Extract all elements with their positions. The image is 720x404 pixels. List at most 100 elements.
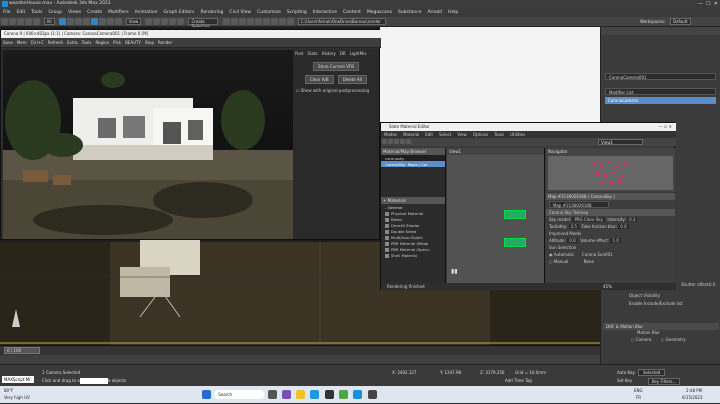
project-path[interactable]: C:\Users\ferrak\OneDrive\Bureau\render [297, 18, 386, 25]
create-selection-set-dropdown[interactable]: Create Selection Se [188, 18, 219, 34]
sme-menu-item[interactable]: Utilities [507, 131, 528, 138]
menu-item[interactable]: Create [84, 9, 105, 16]
sme-menu-item[interactable]: Modes [381, 131, 400, 138]
timeline[interactable]: 0 / 100 [0, 345, 600, 355]
postprocessing-checkbox[interactable]: ☐ Show with original postprocessing [293, 86, 379, 95]
command-panel-tabs[interactable] [601, 27, 720, 35]
sme-window-controls[interactable]: — ☐ ✕ [659, 124, 672, 129]
angle-snap-icon[interactable] [161, 18, 169, 25]
window-crossing-icon[interactable] [82, 18, 90, 25]
chrome-icon[interactable] [338, 390, 348, 399]
turbidity-spinner[interactable]: 2.5 [568, 224, 579, 229]
modifier-list-dropdown[interactable]: Modifier List [605, 88, 716, 95]
vfb-side-tab[interactable]: DR [338, 50, 348, 57]
vfb-tool-button[interactable]: Ctrl+C [31, 40, 44, 45]
menu-item[interactable]: File [0, 9, 14, 16]
set-key-button[interactable]: Set Key [617, 378, 632, 383]
track-bar[interactable] [0, 355, 600, 364]
clock-time[interactable]: 2:48 PM [686, 388, 702, 393]
sme-menu-item[interactable]: View [454, 131, 470, 138]
unlink-icon[interactable] [24, 18, 32, 25]
time-slider[interactable]: 0 / 100 [4, 347, 40, 354]
show-map-icon[interactable] [405, 139, 411, 144]
menu-item[interactable]: Modifiers [105, 9, 132, 16]
vfb-tool-button[interactable]: Pick [113, 40, 121, 45]
manual-radio[interactable]: ○ Manual None [546, 258, 675, 265]
windows-start-icon[interactable] [202, 390, 211, 399]
menu-item[interactable]: Customize [254, 9, 284, 16]
delete-icon[interactable] [393, 139, 399, 144]
menu-item[interactable]: Rendering [197, 9, 226, 16]
auto-key-button[interactable]: Auto Key [617, 370, 635, 375]
lang-indicator[interactable]: ENG [634, 388, 643, 393]
sky-model-dropdown[interactable]: PRG Clear Sky [572, 217, 605, 222]
menu-item[interactable]: Graph Editors [161, 9, 198, 16]
coord-y[interactable]: Y: 1247.98 [440, 370, 461, 375]
node-view[interactable]: View1 ▮▮ [447, 148, 545, 283]
reference-coord-dropdown[interactable]: View [125, 18, 142, 25]
render-icon[interactable] [286, 18, 294, 25]
move-icon[interactable] [90, 18, 98, 25]
schematic-icon[interactable] [254, 18, 262, 25]
render-frame-icon[interactable] [278, 18, 286, 25]
add-time-tag[interactable]: Add Time Tag [505, 378, 532, 383]
edge-icon[interactable] [310, 390, 320, 399]
vfb-side-tab[interactable]: LightMix [348, 50, 369, 57]
3dsmax-taskbar-icon[interactable] [353, 390, 363, 399]
coronasky-node-2[interactable] [504, 238, 526, 247]
rotate-icon[interactable] [98, 18, 106, 25]
selection-filter-dropdown[interactable]: All [43, 18, 55, 25]
undo-icon[interactable] [0, 18, 8, 25]
store-icon[interactable] [324, 390, 334, 399]
volume-effect-spinner[interactable]: 1.0 [610, 238, 621, 243]
render-setup-icon[interactable] [270, 18, 278, 25]
chat-icon[interactable] [281, 390, 291, 399]
camera-radio[interactable]: ○ Camera [631, 337, 651, 342]
object-name-field[interactable]: CoronaCamera001 [605, 73, 716, 80]
vfb-tool-button[interactable]: Save [3, 40, 13, 45]
menu-item[interactable]: Interactive [310, 9, 340, 16]
vfb-tool-button[interactable]: Refresh [48, 40, 63, 45]
task-view-icon[interactable] [267, 390, 277, 399]
move-children-icon[interactable] [399, 139, 405, 144]
vfb-tool-button[interactable]: Render [158, 40, 172, 45]
menu-item[interactable]: Edit [14, 9, 29, 16]
node-view-zoom-icon[interactable]: ▮▮ [451, 268, 458, 275]
vfb-tool-button[interactable]: Mem [17, 40, 27, 45]
view1-tab[interactable]: View1 [447, 148, 544, 155]
sme-menu-item[interactable]: Options [470, 131, 491, 138]
menu-item[interactable]: Scripting [284, 9, 310, 16]
clear-ab-button[interactable]: Clear A/B [305, 75, 334, 84]
geometry-radio[interactable]: ○ Geometry [661, 337, 686, 342]
material-editor-icon[interactable] [262, 18, 270, 25]
mirror-icon[interactable] [222, 18, 230, 25]
view-selector-dropdown[interactable]: View1 [598, 139, 643, 145]
sme-menu-item[interactable]: Material [400, 131, 422, 138]
menu-item[interactable]: Tools [28, 9, 45, 16]
scale-icon[interactable] [106, 18, 114, 25]
delete-all-button[interactable]: Delete All [337, 75, 367, 84]
map-name-field[interactable]: Map #2136026168 [549, 201, 609, 208]
modifier-stack-item[interactable]: CoronaCamera [605, 97, 716, 104]
altitude-spinner[interactable]: 0.0 [567, 238, 578, 243]
menu-item[interactable]: Megascans [364, 9, 395, 16]
menu-item[interactable]: Arnold [424, 9, 445, 16]
menu-item[interactable]: Civil View [226, 9, 254, 16]
menu-item[interactable]: Animation [132, 9, 161, 16]
coronasky-node-1[interactable] [504, 210, 526, 219]
window-controls[interactable]: — ☐ ✕ [698, 1, 718, 7]
weather-temp[interactable]: 80°F [4, 388, 13, 393]
select-icon[interactable] [58, 18, 66, 25]
menu-item[interactable]: Substance [395, 9, 425, 16]
none-button[interactable]: None [584, 259, 594, 264]
sme-zoom[interactable]: 45% [603, 284, 612, 289]
pick-material-icon[interactable] [381, 139, 387, 144]
corona-sky-rollout[interactable]: Corona Sky Texmap [546, 209, 675, 216]
shutter-offset-value[interactable]: 0.0 [709, 282, 715, 287]
sme-menu-item[interactable]: Edit [422, 131, 436, 138]
menu-item[interactable]: Views [65, 9, 84, 16]
percent-snap-icon[interactable] [169, 18, 177, 25]
redo-icon[interactable] [8, 18, 16, 25]
navigator-view[interactable] [548, 156, 673, 190]
status-input-field[interactable] [80, 378, 108, 384]
